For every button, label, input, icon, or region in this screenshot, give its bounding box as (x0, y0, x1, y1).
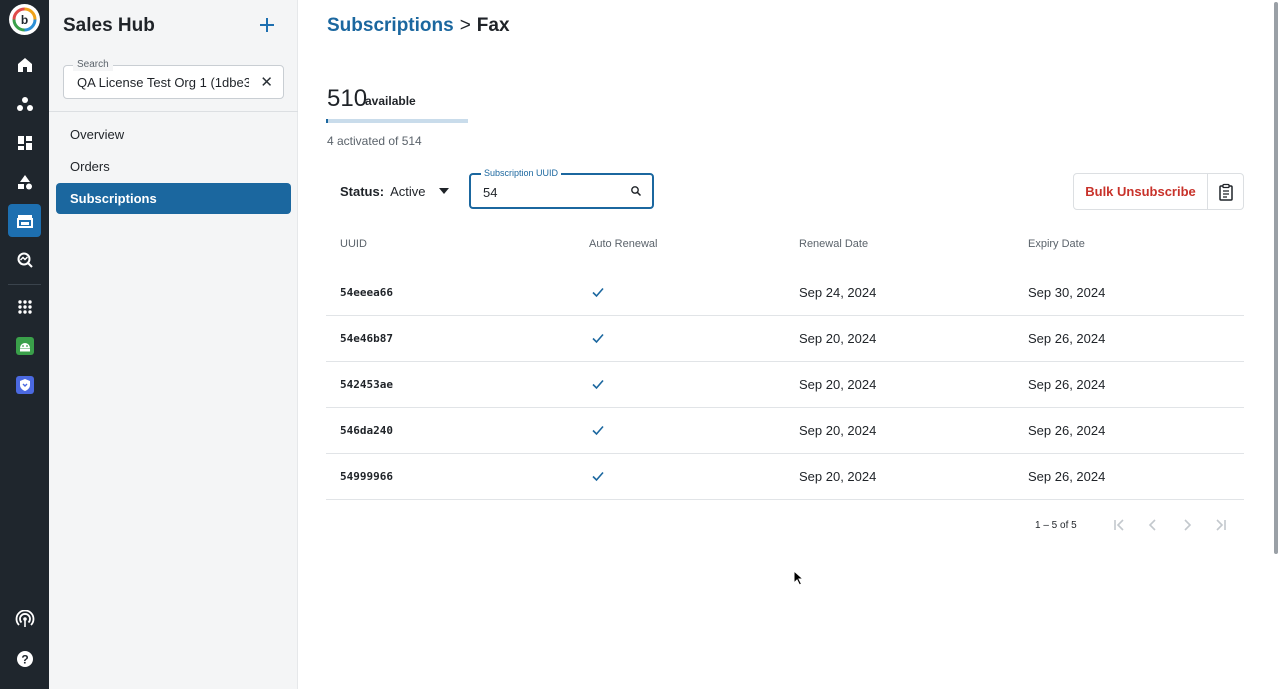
table-row[interactable]: 54e46b87 Sep 20, 2024 Sep 26, 2024 (326, 316, 1244, 362)
column-header-renewal-date[interactable]: Renewal Date (799, 238, 868, 250)
uuid-cell: 54e46b87 (340, 332, 393, 345)
svg-text:b: b (21, 13, 28, 27)
previous-page-icon[interactable] (1145, 517, 1161, 533)
expiry-date-cell: Sep 26, 2024 (1028, 331, 1106, 346)
breadcrumb-current: Fax (476, 15, 510, 36)
breadcrumb-subscriptions-link[interactable]: Subscriptions (327, 15, 454, 36)
android-icon[interactable] (8, 329, 41, 362)
renewal-date-cell: Sep 20, 2024 (799, 469, 877, 484)
subscription-uuid-field[interactable]: Subscription UUID (469, 168, 654, 209)
store-icon[interactable] (8, 204, 41, 237)
uuid-cell: 54999966 (340, 470, 393, 483)
plus-icon (260, 18, 274, 32)
page-scrollbar[interactable] (1274, 2, 1278, 554)
rail-divider (8, 284, 41, 285)
expiry-date-cell: Sep 26, 2024 (1028, 469, 1106, 484)
shapes-icon[interactable] (8, 165, 41, 198)
app-logo-icon[interactable]: b (9, 4, 40, 35)
renewal-date-cell: Sep 20, 2024 (799, 377, 877, 392)
help-icon[interactable]: ? (8, 642, 41, 675)
activated-summary: 4 activated of 514 (327, 134, 422, 148)
search-icon[interactable] (630, 185, 642, 197)
table-row[interactable]: 542453ae Sep 20, 2024 Sep 26, 2024 (326, 362, 1244, 408)
next-page-icon[interactable] (1179, 517, 1195, 533)
table-row[interactable]: 546da240 Sep 20, 2024 Sep 26, 2024 (326, 408, 1244, 454)
last-page-icon[interactable] (1213, 517, 1229, 533)
org-search-label: Search (73, 59, 113, 71)
table-row[interactable]: 54999966 Sep 20, 2024 Sep 26, 2024 (326, 454, 1244, 500)
sidebar-title: Sales Hub (63, 15, 155, 36)
svg-text:?: ? (21, 652, 28, 666)
caret-down-icon[interactable] (438, 185, 450, 197)
renewal-date-cell: Sep 20, 2024 (799, 423, 877, 438)
usage-progress-bar (326, 119, 468, 123)
breadcrumb-separator: > (459, 15, 471, 36)
available-count: 510 (327, 85, 368, 112)
shield-icon[interactable] (8, 368, 41, 401)
expiry-date-cell: Sep 30, 2024 (1028, 285, 1106, 300)
renewal-date-cell: Sep 24, 2024 (799, 285, 877, 300)
clear-search-icon[interactable]: ✕ (260, 73, 273, 91)
org-search-value[interactable]: QA License Test Org 1 (1dbe3 (77, 75, 249, 90)
broadcast-icon[interactable] (8, 603, 41, 636)
subscription-uuid-label: Subscription UUID (481, 168, 562, 179)
clipboard-icon (1218, 183, 1233, 201)
check-icon (592, 471, 604, 482)
table-row[interactable]: 54eeea66 Sep 24, 2024 Sep 30, 2024 (326, 270, 1244, 316)
sidebar-item-overview[interactable]: Overview (56, 119, 291, 150)
sidebar: Sales Hub Search QA License Test Org 1 (… (49, 0, 298, 689)
check-icon (592, 425, 604, 436)
status-filter-label: Status: (340, 184, 385, 199)
cluster-icon[interactable] (8, 87, 41, 120)
mouse-cursor-icon (793, 570, 805, 586)
add-button[interactable] (256, 14, 278, 36)
pagination-range: 1 – 5 of 5 (1035, 520, 1077, 531)
bulk-unsubscribe-button[interactable]: Bulk Unsubscribe (1073, 173, 1208, 210)
sidebar-item-subscriptions[interactable]: Subscriptions (56, 183, 291, 214)
first-page-icon[interactable] (1111, 517, 1127, 533)
column-header-expiry-date[interactable]: Expiry Date (1028, 238, 1085, 250)
analytics-search-icon[interactable] (8, 243, 41, 276)
status-filter-value: Active (390, 184, 426, 199)
check-icon (592, 287, 604, 298)
expiry-date-cell: Sep 26, 2024 (1028, 377, 1106, 392)
available-label: available (365, 94, 416, 108)
uuid-cell: 546da240 (340, 424, 393, 437)
app-rail: b ? (0, 0, 49, 689)
expiry-date-cell: Sep 26, 2024 (1028, 423, 1106, 438)
clipboard-button[interactable] (1207, 173, 1244, 210)
home-icon[interactable] (8, 48, 41, 81)
check-icon (592, 333, 604, 344)
uuid-cell: 54eeea66 (340, 286, 393, 299)
usage-progress-fill (326, 119, 328, 123)
org-search-field[interactable]: Search QA License Test Org 1 (1dbe3 ✕ (63, 59, 284, 99)
check-icon (592, 379, 604, 390)
sidebar-item-orders[interactable]: Orders (56, 151, 291, 182)
status-filter[interactable]: Status: Active (340, 184, 425, 199)
subscription-uuid-input[interactable] (483, 183, 623, 201)
column-header-auto-renewal[interactable]: Auto Renewal (589, 238, 658, 250)
dashboard-icon[interactable] (8, 126, 41, 159)
uuid-cell: 542453ae (340, 378, 393, 391)
renewal-date-cell: Sep 20, 2024 (799, 331, 877, 346)
sidebar-divider (49, 111, 298, 112)
column-header-uuid[interactable]: UUID (340, 238, 367, 250)
apps-grid-icon[interactable] (8, 290, 41, 323)
breadcrumb: Subscriptions > Fax (327, 15, 510, 37)
